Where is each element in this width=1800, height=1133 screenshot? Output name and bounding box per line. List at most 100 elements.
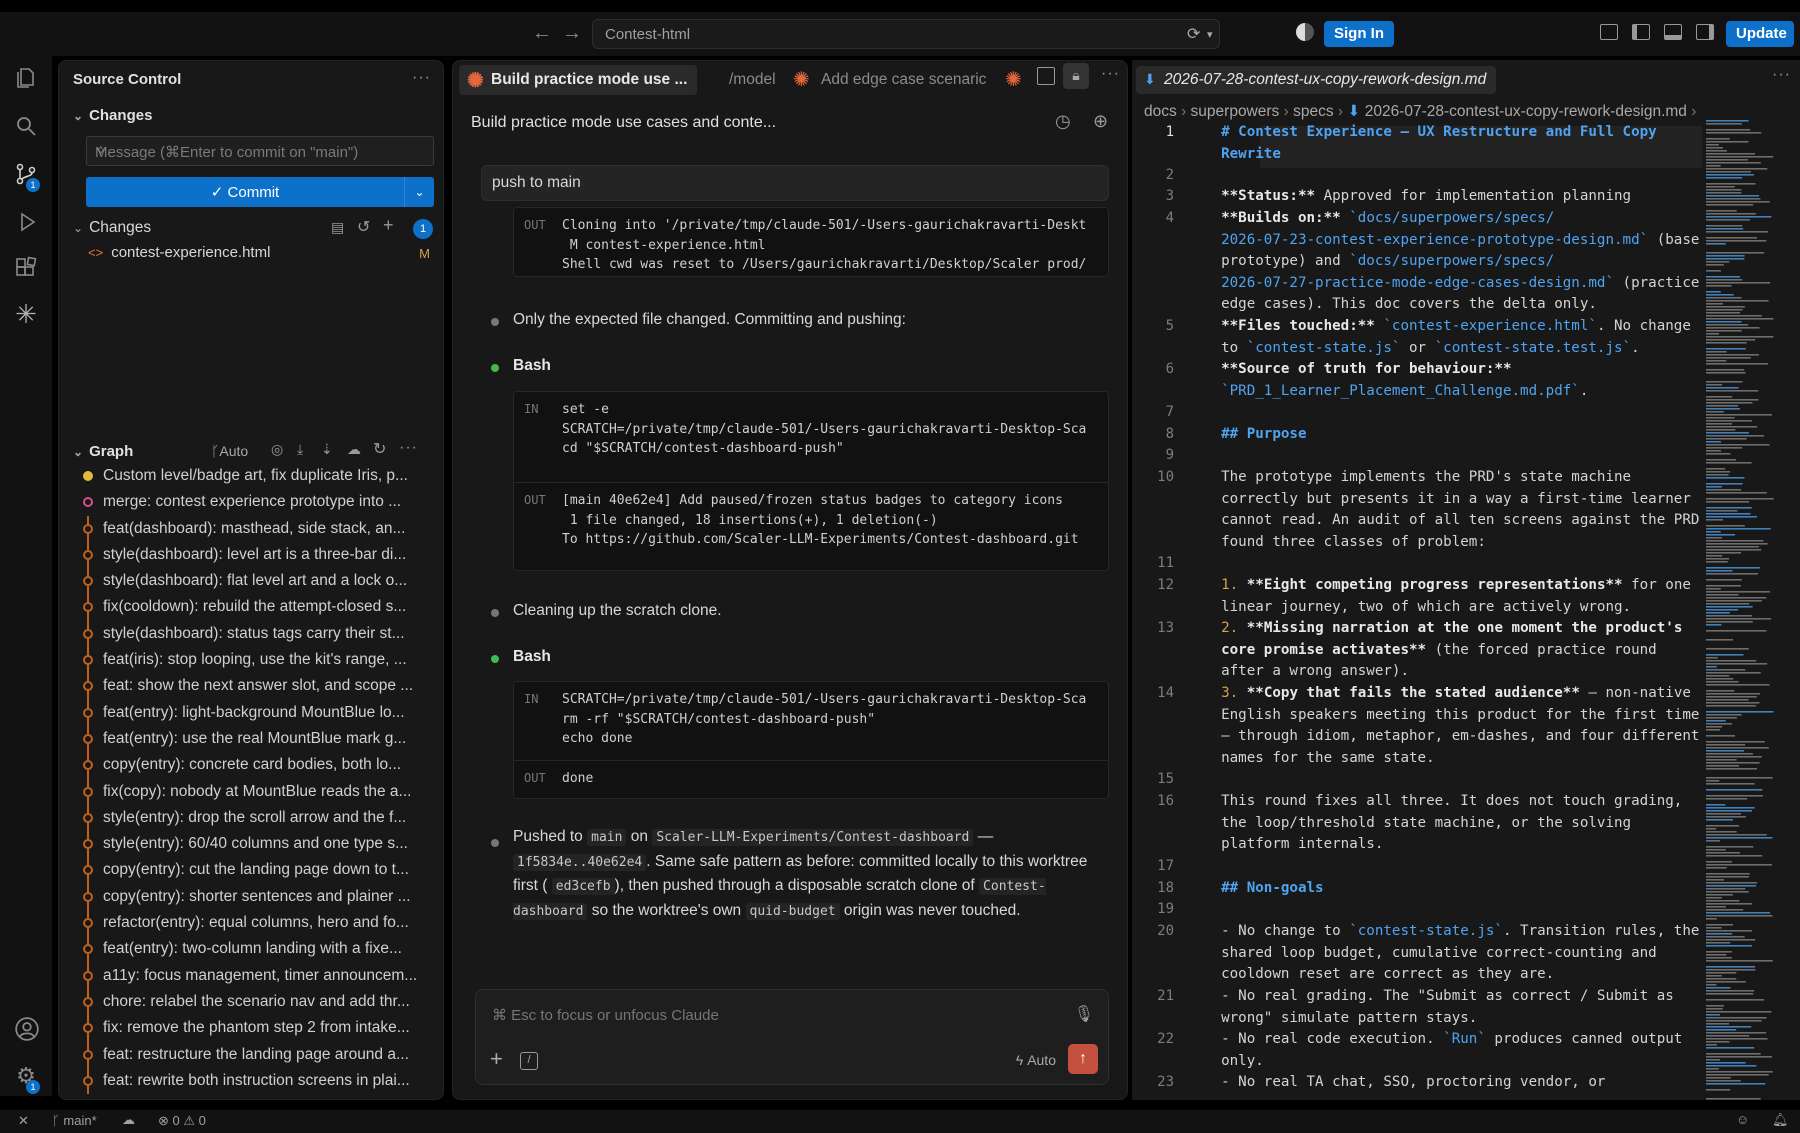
source-control-panel: Source Control ··· ⌄ Changes Message (⌘En… bbox=[58, 60, 444, 1100]
graph-commit-row[interactable]: feat(entry): use the real MountBlue mark… bbox=[75, 725, 435, 753]
graph-commit-row[interactable]: fix(copy): nobody at MountBlue reads the… bbox=[75, 778, 435, 805]
forward-arrow-icon[interactable]: → bbox=[562, 22, 582, 45]
toggle-secondary-sidebar-icon[interactable] bbox=[1696, 24, 1714, 40]
refresh-icon[interactable]: ↻ bbox=[373, 439, 386, 459]
graph-commit-row[interactable]: style(entry): 60/40 columns and one type… bbox=[75, 831, 435, 858]
new-chat-icon[interactable]: ⊕ bbox=[1093, 111, 1108, 132]
toggle-panel-icon[interactable] bbox=[1664, 24, 1682, 40]
graph-commit-row[interactable]: copy(entry): cut the landing page down t… bbox=[75, 857, 435, 884]
graph-commit-row[interactable]: feat: rewrite both instruction screens i… bbox=[75, 1067, 435, 1095]
graph-section-header[interactable]: ⌄ Graph bbox=[73, 443, 133, 460]
code-line: 1. **Eight competing progress representa… bbox=[1221, 577, 1691, 615]
back-arrow-icon[interactable]: ← bbox=[532, 22, 552, 45]
graph-commit-row[interactable]: feat(iris): stop looping, use the kit's … bbox=[75, 647, 435, 674]
search-icon[interactable] bbox=[14, 114, 38, 138]
graph-commit-row[interactable]: feat(entry): two-column landing with a f… bbox=[75, 936, 435, 963]
microphone-icon[interactable]: 🎙︎ bbox=[1074, 1004, 1094, 1024]
explorer-icon[interactable] bbox=[14, 66, 38, 90]
chat-input[interactable]: ⌘ Esc to focus or unfocus Claude 🎙︎ + / … bbox=[475, 989, 1109, 1085]
copilot-status-icon[interactable]: ☺ bbox=[1736, 1112, 1749, 1127]
branch-status[interactable]: ᚴ main* bbox=[52, 1113, 97, 1128]
sync-icon[interactable]: ☁ bbox=[122, 1112, 135, 1128]
stage-all-icon[interactable]: + bbox=[383, 215, 394, 236]
commit-dot bbox=[83, 812, 93, 823]
graph-commit-row[interactable]: feat(dashboard): masthead, side stack, a… bbox=[75, 515, 435, 542]
lock-icon[interactable]: 🔒︎ bbox=[1063, 63, 1089, 89]
slash-command-icon[interactable]: / bbox=[520, 1052, 538, 1070]
account-icon[interactable] bbox=[14, 1016, 39, 1041]
commit-button[interactable]: ✓ Commit ⌄ bbox=[86, 177, 434, 207]
graph-commit-row[interactable]: copy(entry): concrete card bodies, both … bbox=[75, 752, 435, 779]
changes-section-header[interactable]: ⌄ Changes bbox=[73, 107, 152, 124]
graph-commit-row[interactable]: style(dashboard): status tags carry thei… bbox=[75, 620, 435, 648]
graph-commit-row[interactable]: style(dashboard): level art is a three-b… bbox=[75, 541, 435, 569]
push-icon[interactable]: ☁ bbox=[347, 441, 361, 458]
toggle-sidebar-icon[interactable] bbox=[1632, 24, 1650, 40]
run-debug-icon[interactable] bbox=[14, 210, 38, 234]
graph-more-icon[interactable]: ··· bbox=[399, 439, 418, 457]
graph-commit-row[interactable]: style(dashboard): flat level art and a l… bbox=[75, 568, 435, 595]
file-name: contest-experience.html bbox=[111, 244, 271, 261]
target-icon[interactable]: ◎ bbox=[271, 441, 283, 458]
chevron-down-icon: ⌄ bbox=[73, 109, 84, 123]
graph-commit-row[interactable]: chore: relabel the scenario nav and add … bbox=[75, 988, 435, 1016]
branch-icon: ᚴ bbox=[52, 1113, 64, 1128]
more-actions-icon[interactable]: ··· bbox=[412, 69, 431, 87]
minimap[interactable] bbox=[1704, 120, 1776, 1100]
claude-icon[interactable]: ✳ bbox=[14, 301, 38, 327]
send-button[interactable]: ↑ bbox=[1068, 1044, 1098, 1074]
graph-commit-row[interactable]: fix: remove the phantom step 2 from inta… bbox=[75, 1015, 435, 1042]
graph-commit-row[interactable]: feat: show the next answer slot, and sco… bbox=[75, 673, 435, 700]
settings-gear-icon[interactable]: ⚙ 1 bbox=[14, 1064, 40, 1094]
changed-file-row[interactable]: <> contest-experience.html M bbox=[88, 244, 438, 266]
add-attachment-icon[interactable]: + bbox=[490, 1046, 503, 1072]
split-editor-icon[interactable] bbox=[1037, 67, 1055, 85]
sign-in-button[interactable]: Sign In bbox=[1324, 21, 1394, 47]
editor-more-icon[interactable]: ··· bbox=[1772, 66, 1791, 84]
layout-icon[interactable] bbox=[1600, 24, 1618, 40]
fetch-icon[interactable]: ⤓ bbox=[297, 441, 303, 458]
sparkle-icon[interactable]: ✧ bbox=[95, 142, 425, 159]
chevron-down-icon[interactable]: ▾ bbox=[1207, 28, 1213, 41]
html-file-icon: <> bbox=[88, 245, 104, 260]
tab-build-practice[interactable]: ✺ Build practice mode use ... bbox=[459, 65, 698, 95]
graph-commit-row[interactable]: a11y: focus management, timer announcem.… bbox=[75, 962, 435, 989]
graph-commit-row[interactable]: style(entry): drop the scroll arrow and … bbox=[75, 804, 435, 832]
editor-tab[interactable]: ⬇ 2026-07-28-contest-ux-copy-rework-desi… bbox=[1136, 66, 1497, 94]
graph-commit-row[interactable]: feat: restructure the landing page aroun… bbox=[75, 1041, 435, 1068]
discard-icon[interactable]: ↺ bbox=[357, 217, 370, 237]
chat-icon[interactable]: ⟳ bbox=[1187, 24, 1200, 44]
breadcrumb-specs[interactable]: specs bbox=[1293, 103, 1334, 120]
changes-group[interactable]: ⌄ Changes bbox=[73, 219, 151, 237]
tab-add-edge-case[interactable]: Add edge case scenaric bbox=[821, 71, 986, 89]
breadcrumb-docs[interactable]: docs bbox=[1144, 103, 1177, 120]
problems-status[interactable]: ⊗ 0 ⚠ 0 bbox=[158, 1113, 206, 1129]
breadcrumb-file[interactable]: 2026-07-28-contest-ux-copy-rework-design… bbox=[1365, 103, 1687, 120]
graph-commit-row[interactable]: copy(entry): shorter sentences and plain… bbox=[75, 883, 435, 911]
tool-output-block: OUT Cloning into '/private/tmp/claude-501… bbox=[513, 207, 1109, 277]
chat-more-icon[interactable]: ··· bbox=[1101, 65, 1120, 83]
pull-icon[interactable]: ⇣ bbox=[321, 441, 333, 458]
commit-message-input[interactable]: Message (⌘Enter to commit on "main") ✧ bbox=[86, 136, 434, 166]
command-center[interactable]: Contest-html ⟳ ▾ bbox=[592, 19, 1220, 49]
graph-commit-row[interactable]: merge: contest experience prototype into… bbox=[75, 489, 435, 515]
copilot-icon[interactable] bbox=[1296, 23, 1314, 41]
update-button[interactable]: Update bbox=[1726, 21, 1794, 47]
tab-model[interactable]: /model bbox=[729, 71, 776, 89]
extensions-icon[interactable] bbox=[14, 256, 38, 280]
graph-commit-row[interactable]: fix(cooldown): rebuild the attempt-close… bbox=[75, 594, 435, 621]
graph-commit-row[interactable]: refactor(entry): equal columns, hero and… bbox=[75, 910, 435, 937]
notifications-bell-icon[interactable]: 🔔︎ bbox=[1772, 1112, 1789, 1128]
remote-icon[interactable]: ✕ bbox=[18, 1113, 29, 1129]
graph-auto-toggle[interactable]: ᚴAuto bbox=[211, 443, 248, 459]
bash-tool-label: Bash bbox=[513, 648, 551, 665]
open-file-icon[interactable]: ▤ bbox=[331, 219, 344, 236]
breadcrumb-superpowers[interactable]: superpowers bbox=[1191, 103, 1280, 120]
auto-mode-toggle[interactable]: ϟ Auto bbox=[1016, 1052, 1056, 1068]
source-control-icon[interactable]: 1 bbox=[14, 162, 40, 192]
assistant-message: Cleaning up the scratch clone. bbox=[513, 602, 722, 619]
commit-dropdown-chevron-icon[interactable]: ⌄ bbox=[404, 177, 434, 207]
history-icon[interactable]: ◷ bbox=[1055, 111, 1071, 132]
graph-commit-row[interactable]: Custom level/badge art, fix duplicate Ir… bbox=[75, 463, 435, 489]
graph-commit-row[interactable]: feat(entry): light-background MountBlue … bbox=[75, 699, 435, 726]
